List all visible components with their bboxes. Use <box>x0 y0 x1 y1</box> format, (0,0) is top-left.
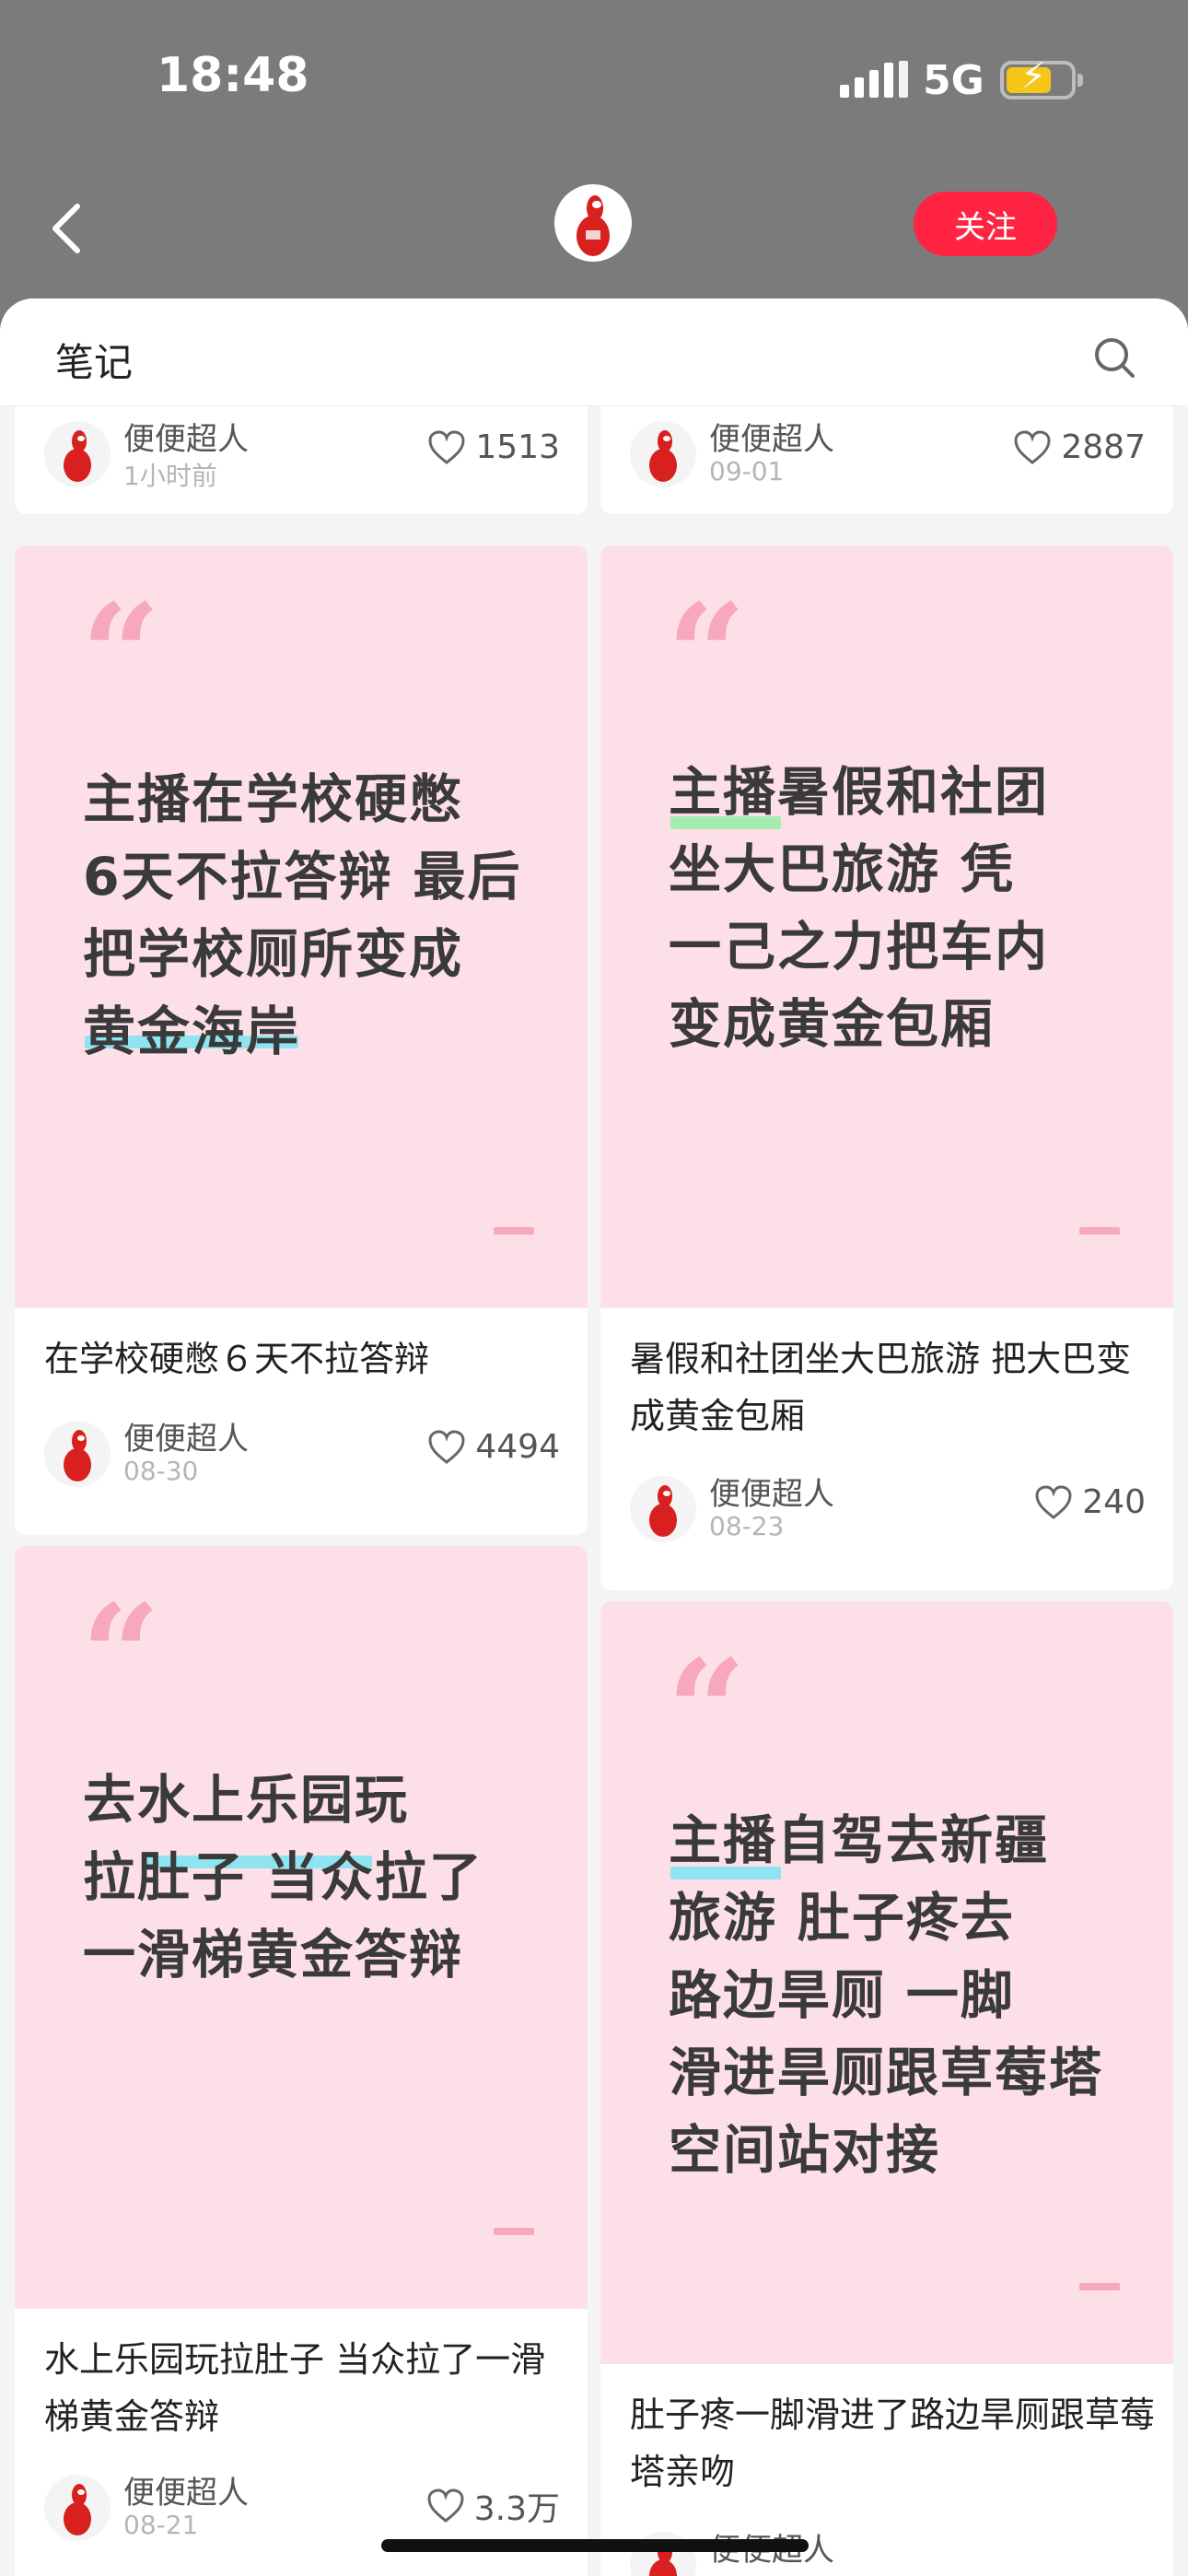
post-date: 1小时前 <box>123 461 217 491</box>
like-count: 3.3万 <box>473 2490 560 2528</box>
quote-icon: “ <box>81 586 161 669</box>
heart-icon <box>428 429 465 464</box>
post-date: 08-21 <box>123 2510 199 2540</box>
like-button[interactable]: 3.3万 <box>426 2482 560 2530</box>
sheet-header: 笔记 <box>0 299 1188 406</box>
heart-icon <box>427 2488 464 2523</box>
note-cover: “ 主播自驾去新疆 旅游 肚子疼去 路边旱厕 一脚 滑进旱厕跟草莓塔 空间站对接 <box>600 1601 1173 2364</box>
profile-avatar[interactable] <box>554 184 632 262</box>
note-card[interactable]: 便便超人 09-01 2887 <box>600 406 1173 514</box>
status-time: 18:48 <box>157 48 309 103</box>
follow-button[interactable]: 关注 <box>914 192 1057 256</box>
author-avatar[interactable] <box>630 1476 696 1542</box>
author-row: 便便超人 08-21 3.3万 <box>15 2467 588 2550</box>
author-avatar[interactable] <box>44 1421 111 1487</box>
author-avatar[interactable] <box>44 2475 111 2541</box>
cover-text: 主播暑假和社团 坐大巴旅游 凭 一己之力把车内 变成黄金包厢 <box>669 762 1049 1055</box>
note-card[interactable]: “ 去水上乐园玩 拉肚子 当众拉了 一滑梯黄金答辩 水上乐园玩拉肚子 当众拉了一… <box>15 1546 588 2576</box>
like-count: 1513 <box>475 428 560 466</box>
section-title: 笔记 <box>55 340 134 385</box>
like-count: 240 <box>1082 1483 1146 1521</box>
like-button[interactable]: 240 <box>1034 1483 1146 1521</box>
author-name: 便便超人 <box>123 421 249 458</box>
author-name: 便便超人 <box>123 2475 249 2512</box>
heart-icon <box>1014 429 1051 464</box>
note-title: 在学校硬憋６天不拉答辩 <box>44 1339 430 1379</box>
note-title: 暑假和社团坐大巴旅游 把大巴变成黄金包厢 <box>630 1339 1132 1436</box>
note-cover: “ 主播在学校硬憋 6天不拉答辩 最后 把学校厕所变成 黄金海岸 <box>15 545 588 1308</box>
post-date: 08-23 <box>709 1511 785 1541</box>
note-title: 肚子疼一脚滑进了路边旱厕跟草莓塔亲吻 <box>630 2395 1156 2492</box>
cover-text: 主播自驾去新疆 旅游 肚子疼去 路边旱厕 一脚 滑进旱厕跟草莓塔 空间站对接 <box>669 1810 1103 2181</box>
author-avatar[interactable] <box>630 421 696 487</box>
home-indicator <box>381 2539 809 2552</box>
author-name: 便便超人 <box>709 1476 834 1513</box>
author-row: 便便超人 08-30 4494 <box>15 1413 588 1496</box>
author-avatar[interactable] <box>44 421 111 487</box>
note-card[interactable]: “ 主播自驾去新疆 旅游 肚子疼去 路边旱厕 一脚 滑进旱厕跟草莓塔 空间站对接… <box>600 1601 1173 2576</box>
note-card[interactable]: 便便超人 1小时前 1513 <box>15 406 588 514</box>
cover-text: 主播在学校硬憋 6天不拉答辩 最后 把学校厕所变成 黄金海岸 <box>83 769 522 1062</box>
like-button[interactable]: 4494 <box>427 1428 560 1466</box>
back-icon[interactable] <box>46 201 92 256</box>
author-name: 便便超人 <box>123 1421 249 1458</box>
author-row: 便便超人 1小时前 1513 <box>15 414 588 497</box>
heart-icon <box>428 1429 465 1464</box>
quote-icon: “ <box>667 586 747 669</box>
heart-icon <box>1035 1484 1072 1519</box>
network-label: 5G <box>923 57 984 104</box>
quote-icon: “ <box>667 1642 747 1725</box>
like-button[interactable]: 1513 <box>427 428 560 466</box>
author-name: 便便超人 <box>709 421 834 458</box>
note-title: 水上乐园玩拉肚子 当众拉了一滑梯黄金答辩 <box>44 2339 546 2437</box>
like-count: 4494 <box>475 1428 560 1466</box>
quote-icon: “ <box>81 1587 161 1669</box>
note-card[interactable]: “ 主播在学校硬憋 6天不拉答辩 最后 把学校厕所变成 黄金海岸 在学校硬憋６天… <box>15 545 588 1535</box>
like-button[interactable]: 2887 <box>1013 428 1146 466</box>
note-cover: “ 去水上乐园玩 拉肚子 当众拉了 一滑梯黄金答辩 <box>15 1546 588 2309</box>
notes-sheet: 笔记 便便超人 1小时前 1513 便便超人 09-01 2887 “ 主播在学… <box>0 299 1188 2576</box>
status-bar: 18:48 5G ⚡ <box>0 0 1188 157</box>
charging-bolt-icon: ⚡ <box>1020 55 1047 98</box>
note-cover: “ 主播暑假和社团 坐大巴旅游 凭 一己之力把车内 变成黄金包厢 <box>600 545 1173 1308</box>
like-count: 2887 <box>1061 428 1146 466</box>
post-date: 09-01 <box>709 456 785 486</box>
cover-text: 去水上乐园玩 拉肚子 当众拉了 一滑梯黄金答辩 <box>83 1770 483 1985</box>
author-row: 便便超人 08-23 240 <box>600 1469 1173 1551</box>
search-icon[interactable] <box>1092 335 1136 380</box>
note-card[interactable]: “ 主播暑假和社团 坐大巴旅游 凭 一己之力把车内 变成黄金包厢 暑假和社团坐大… <box>600 545 1173 1590</box>
post-date: 08-30 <box>123 1456 199 1486</box>
author-row: 便便超人 09-01 2887 <box>600 414 1173 497</box>
